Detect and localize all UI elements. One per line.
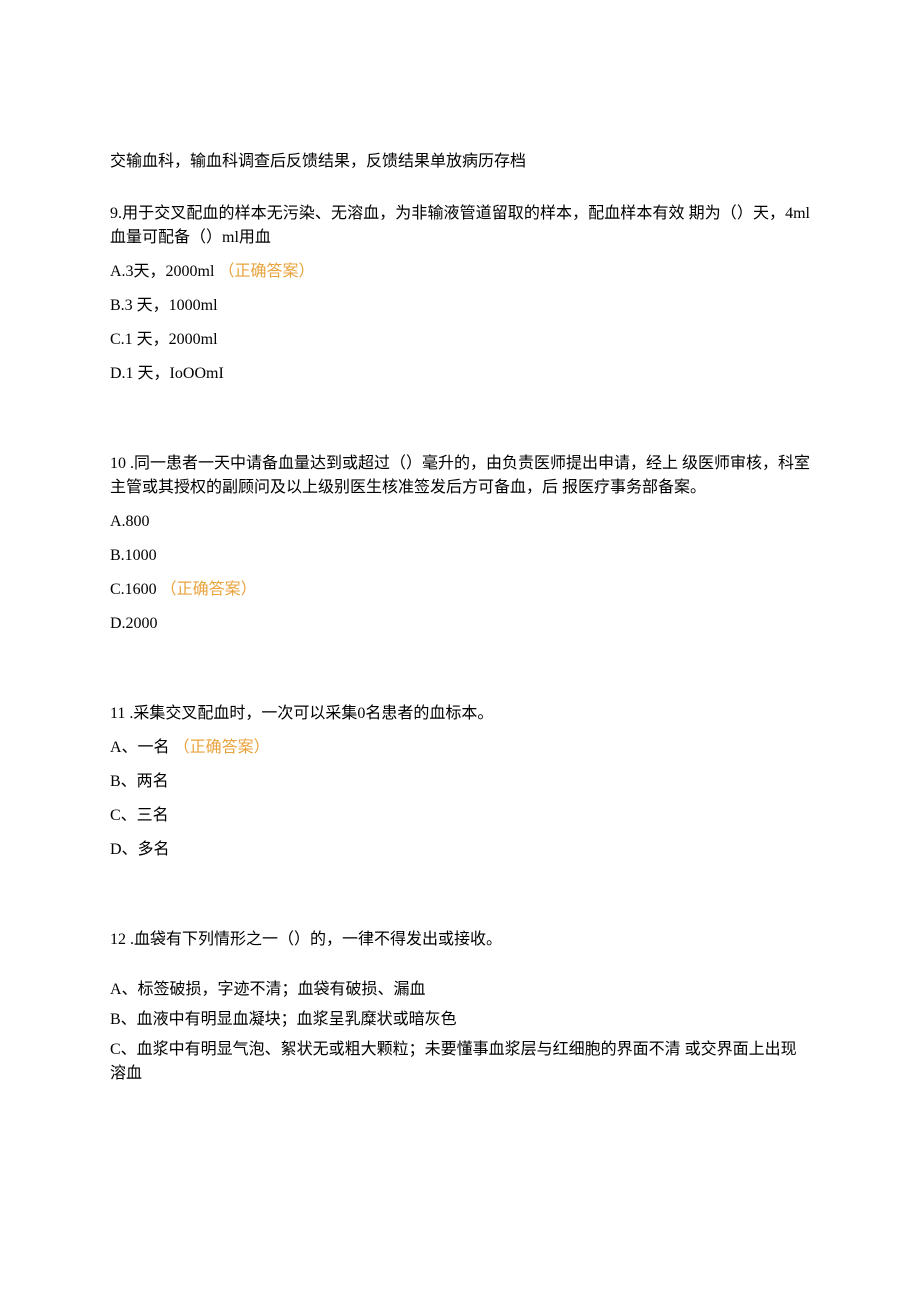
q10-option-d: D.2000 bbox=[110, 612, 810, 636]
q9-option-a: A.3天，2000ml （正确答案） bbox=[110, 260, 810, 284]
q12-option-a: A、标签破损，字迹不清；血袋有破损、漏血 bbox=[110, 978, 810, 1002]
spacer bbox=[110, 872, 810, 900]
document-page: 交输血科，输血科调查后反馈结果，反馈结果单放病历存档 9.用于交叉配血的样本无污… bbox=[0, 0, 920, 1301]
spacer bbox=[110, 960, 810, 972]
q11-option-d: D、多名 bbox=[110, 838, 810, 862]
q11-stem: 11 .采集交叉配血时，一次可以采集0名患者的血标本。 bbox=[110, 702, 810, 726]
q9-a-text: A.3天，2000ml bbox=[110, 263, 214, 280]
q10-option-a: A.800 bbox=[110, 510, 810, 534]
q10-c-correct-label: （正确答案） bbox=[161, 581, 257, 598]
q9-option-b: B.3 天，1000ml bbox=[110, 294, 810, 318]
q10-c-text: C.1600 bbox=[110, 581, 157, 598]
q11-a-text: A、一名 bbox=[110, 739, 170, 756]
q9-option-c: C.1 天，2000ml bbox=[110, 328, 810, 352]
intro-text: 交输血科，输血科调查后反馈结果，反馈结果单放病历存档 bbox=[110, 150, 810, 174]
q9-stem: 9.用于交叉配血的样本无污染、无溶血，为非输液管道留取的样本，配血样本有效 期为… bbox=[110, 202, 810, 250]
q9-a-correct-label: （正确答案） bbox=[218, 263, 314, 280]
q10-option-b: B.1000 bbox=[110, 544, 810, 568]
spacer bbox=[110, 396, 810, 424]
spacer bbox=[110, 646, 810, 674]
q12-stem: 12 .血袋有下列情形之一（）的，一律不得发出或接收。 bbox=[110, 928, 810, 952]
q12-option-c: C、血浆中有明显气泡、絮状无或粗大颗粒；未要懂事血浆层与红细胞的界面不清 或交界… bbox=[110, 1038, 810, 1086]
q11-option-b: B、两名 bbox=[110, 770, 810, 794]
q11-a-correct-label: （正确答案） bbox=[174, 739, 270, 756]
q10-option-c: C.1600 （正确答案） bbox=[110, 578, 810, 602]
q10-stem: 10 .同一患者一天中请备血量达到或超过（）毫升的，由负责医师提出申请，经上 级… bbox=[110, 452, 810, 500]
q9-option-d: D.1 天，IoOOmI bbox=[110, 362, 810, 386]
q12-option-b: B、血液中有明显血凝块；血浆呈乳糜状或暗灰色 bbox=[110, 1008, 810, 1032]
q11-option-c: C、三名 bbox=[110, 804, 810, 828]
q11-option-a: A、一名 （正确答案） bbox=[110, 736, 810, 760]
